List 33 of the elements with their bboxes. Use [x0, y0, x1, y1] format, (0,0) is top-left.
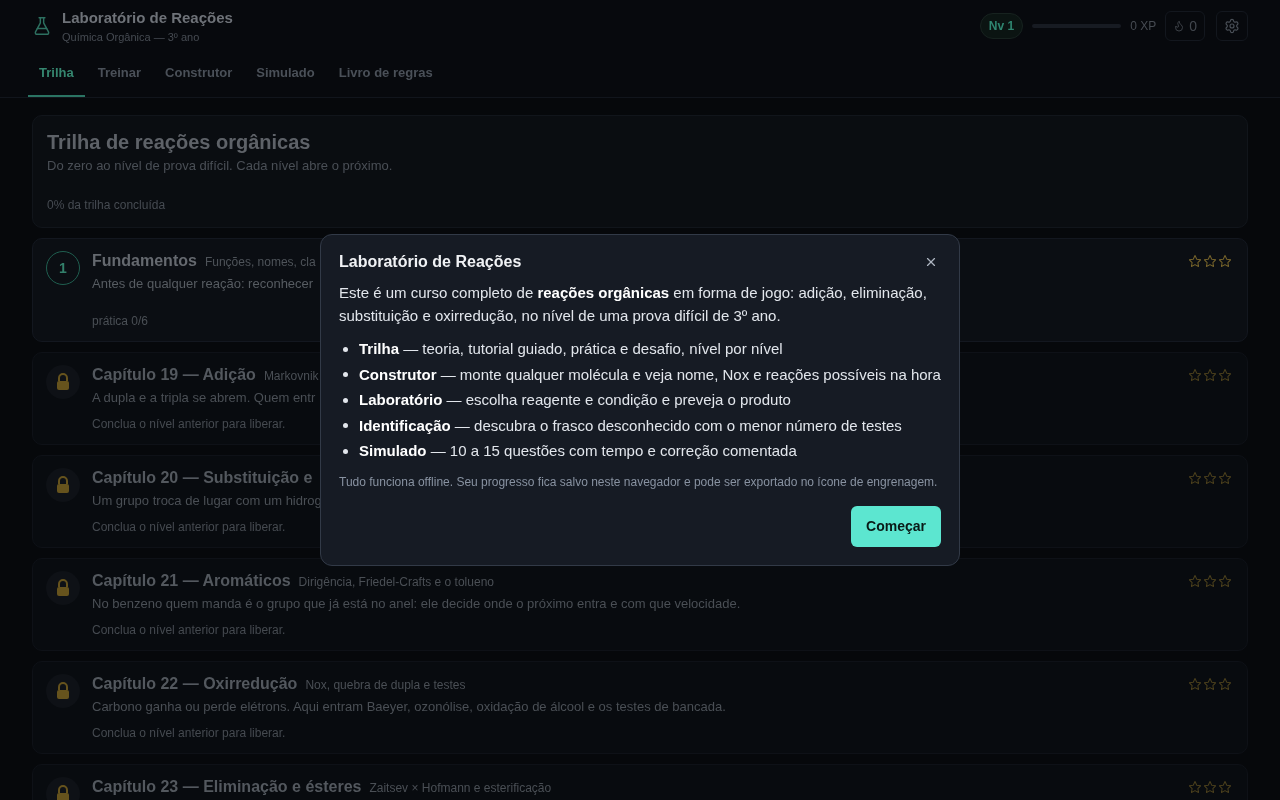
level-title: Capítulo 23 — Eliminação e ésteres	[92, 777, 362, 797]
level-title: Capítulo 20 — Substituição e	[92, 468, 313, 488]
level-status: prática 0/6	[92, 313, 149, 329]
app-title: Laboratório de Reações	[62, 8, 233, 28]
level-subtitle: Nox, quebra de dupla e testes	[305, 678, 466, 692]
level-title: Capítulo 19 — Adição	[92, 365, 256, 385]
level-subtitle: Funções, nomes, cla	[204, 255, 316, 269]
level-subtitle: Dirigência, Friedel-Crafts e o tolueno	[298, 575, 494, 589]
xp-reading: 0 XP	[1130, 19, 1157, 33]
level-description: Antes de qualquer reação: reconhecer	[92, 275, 314, 293]
feature-item: Identificação — descubra o frasco desconhecido com o menor número de testes	[359, 415, 902, 436]
level-description: A dupla e a tripla se abrem. Quem entr	[92, 389, 316, 407]
trail-title: Trilha de reações orgânicas	[47, 130, 311, 154]
level-description: Carbono ganha ou perde elétrons. Aqui entram Baeyer, ozonólise, oxidação de álcool e os testes de bancada.	[92, 698, 726, 716]
level-title: Capítulo 21 — Aromáticos	[92, 571, 291, 591]
level-title: Fundamentos	[92, 251, 197, 271]
dialog-intro: Este é um curso completo de reações orgânicas em forma de jogo: adição, eliminação, substituição e oxirredução, no nível de uma prova difícil de 3º ano.	[339, 283, 928, 327]
trail-subtitle: Do zero ao nível de prova difícil. Cada nível abre o próximo.	[47, 157, 393, 175]
level-description: No benzeno quem manda é o grupo que já está no anel: ele decide onde o próximo entra e com que velocidade.	[92, 595, 741, 613]
level-status: Conclua o nível anterior para liberar.	[92, 622, 286, 638]
dialog-note: Tudo funciona offline. Seu progresso fica salvo neste navegador e pode ser exportado no ícone de engrenagem.	[339, 473, 939, 490]
level-status: Conclua o nível anterior para liberar.	[92, 725, 286, 741]
level-title: Capítulo 22 — Oxirredução	[92, 674, 298, 694]
level-badge: Nv 1	[979, 13, 1024, 39]
trail-progress-text: 0% da trilha concluída	[47, 197, 166, 213]
level-status: Conclua o nível anterior para liberar.	[92, 519, 286, 535]
level-status: Conclua o nível anterior para liberar.	[92, 416, 286, 432]
app-subtitle: Química Orgânica — 3º ano	[62, 30, 200, 44]
level-subtitle: Markovnik	[263, 369, 319, 383]
level-subtitle: Zaitsev × Hofmann e esterificação	[369, 781, 552, 795]
dialog-title: Laboratório de Reações	[339, 252, 522, 273]
feature-item: Laboratório — escolha reagente e condição e preveja o produto	[359, 390, 791, 411]
feature-item: Construtor — monte qualquer molécula e veja nome, Nox e reações possíveis na hora	[359, 364, 941, 385]
